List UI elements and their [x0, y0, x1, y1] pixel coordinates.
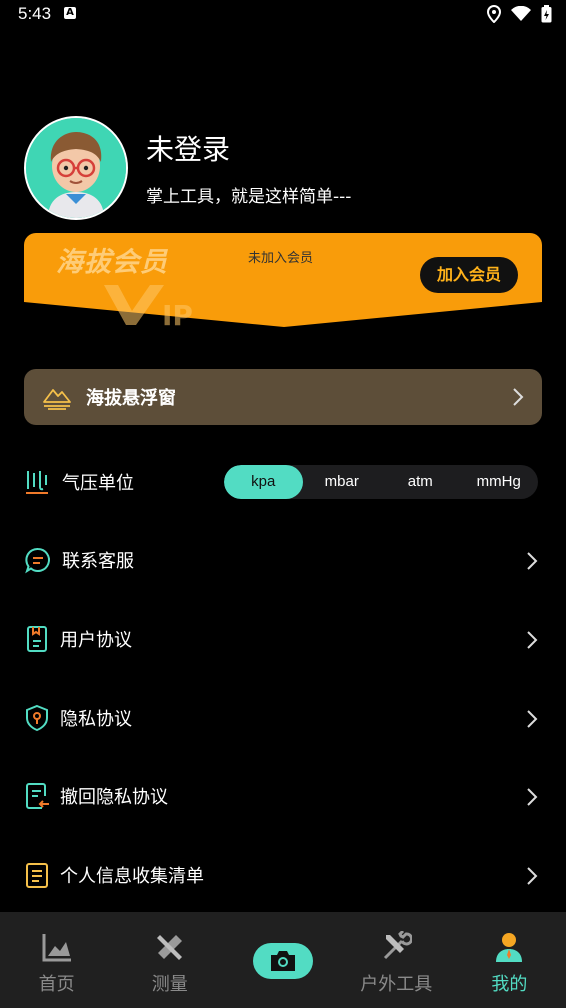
menu-item-revoke-privacy[interactable]: 撤回隐私协议 — [24, 771, 542, 821]
status-time: 5:43 — [18, 4, 52, 23]
menu-label: 联系客服 — [62, 551, 134, 572]
location-icon — [487, 5, 501, 23]
nav-label: 我的 — [491, 974, 528, 995]
menu-item-personal-info-list[interactable]: 个人信息收集清单 — [24, 850, 542, 900]
tools-icon — [384, 931, 413, 960]
checklist-icon — [26, 863, 48, 888]
camera-icon — [271, 951, 295, 971]
ruler-pencil-icon — [156, 935, 182, 960]
chat-icon — [25, 548, 50, 574]
avatar[interactable] — [24, 116, 128, 220]
menu-label: 隐私协议 — [60, 709, 132, 730]
join-vip-button[interactable]: 加入会员 — [420, 257, 518, 293]
nav-label: 测量 — [151, 974, 188, 995]
pressure-icon — [26, 471, 48, 494]
float-window-label: 海拔悬浮窗 — [86, 388, 176, 409]
chevron-right-icon — [527, 710, 538, 728]
username[interactable]: 未登录 — [146, 128, 230, 168]
pressure-unit-selector[interactable]: kpa mbar atm mmHg — [224, 465, 538, 499]
menu-label: 撤回隐私协议 — [60, 787, 168, 808]
nav-outdoor-tools[interactable]: 户外工具 — [340, 912, 453, 1008]
unit-option-atm[interactable]: atm — [381, 465, 460, 499]
chevron-right-icon — [527, 552, 538, 570]
menu-item-privacy-policy[interactable]: 隐私协议 — [24, 693, 542, 743]
chevron-right-icon — [527, 867, 538, 885]
nav-label: 户外工具 — [360, 974, 433, 995]
wifi-icon — [511, 6, 531, 21]
battery-icon — [541, 5, 552, 23]
shield-icon — [26, 704, 48, 732]
revoke-document-icon — [26, 783, 49, 809]
unit-option-kpa[interactable]: kpa — [224, 465, 303, 499]
status-icons — [487, 5, 552, 23]
bottom-nav: 首页 测量 户外工具 我的 — [0, 912, 566, 1008]
user-icon — [496, 933, 523, 962]
nav-camera[interactable] — [226, 912, 339, 1008]
vip-title: 海拔会员 — [56, 247, 168, 278]
chevron-right-icon — [527, 788, 538, 806]
home-chart-icon — [42, 934, 71, 962]
document-icon — [27, 626, 47, 652]
nav-measure[interactable]: 测量 — [113, 912, 226, 1008]
unit-option-mbar[interactable]: mbar — [303, 465, 382, 499]
nav-home[interactable]: 首页 — [0, 912, 113, 1008]
notification-icon: A — [64, 7, 76, 19]
mountain-icon — [43, 389, 71, 410]
vip-status: 未加入会员 — [248, 251, 314, 266]
chevron-right-icon — [513, 388, 524, 406]
menu-label: 用户协议 — [60, 630, 132, 651]
pressure-unit-label: 气压单位 — [62, 473, 134, 494]
camera-button[interactable] — [253, 943, 313, 979]
slogan: 掌上工具，就是这样简单--- — [146, 187, 352, 207]
unit-option-mmhg[interactable]: mmHg — [460, 465, 539, 499]
menu-item-contact-service[interactable]: 联系客服 — [24, 535, 542, 585]
nav-label: 首页 — [38, 974, 75, 995]
chevron-right-icon — [527, 631, 538, 649]
menu-item-user-agreement[interactable]: 用户协议 — [24, 614, 542, 664]
nav-mine[interactable]: 我的 — [453, 912, 566, 1008]
altitude-float-window-item[interactable]: 海拔悬浮窗 — [24, 369, 542, 425]
menu-label: 个人信息收集清单 — [60, 866, 204, 887]
svg-text:IP: IP — [162, 299, 193, 328]
